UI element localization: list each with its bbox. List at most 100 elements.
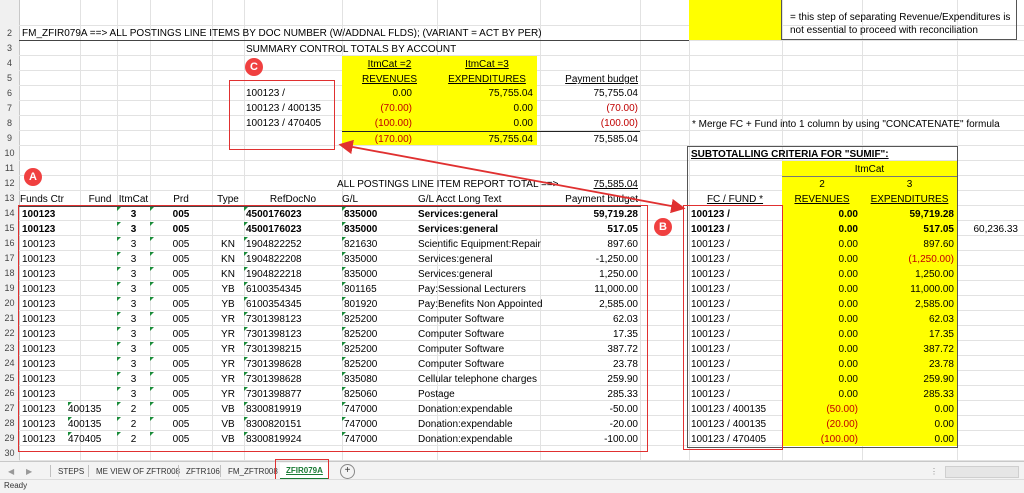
title-underline (19, 40, 689, 41)
callout-marker-b: B (654, 218, 672, 236)
subtotal-revenue: 0.00 (838, 254, 858, 265)
row-number[interactable]: 26 (0, 386, 19, 401)
subtotal-expenditure: 387.72 (923, 344, 954, 355)
status-bar: Ready (0, 479, 1024, 493)
subtotal-revenue: 0.00 (838, 314, 858, 325)
subtotal-hdr-revenues: REVENUES (794, 194, 850, 205)
summary-heading: SUMMARY CONTROL TOTALS BY ACCOUNT (246, 44, 457, 55)
row-number[interactable]: 30 (0, 446, 19, 461)
subtotal-hdr-2: 2 (819, 179, 825, 190)
tab-scroll-right-icon[interactable]: ▶ (26, 465, 32, 478)
row-number-gutter: 2 3 4 5 6 7 8 9 10 11 12 13 14 15 16 17 18 19 20 21 22 23 24 25… (0, 0, 20, 461)
summary-payment: (100.00) (600, 118, 638, 129)
row-number[interactable]: 3 (0, 41, 19, 56)
summary-payment: (70.00) (606, 103, 638, 114)
tab-overflow-icon[interactable]: ⋮ (930, 465, 938, 478)
summary-expenditure: 75,755.04 (488, 88, 534, 99)
row-number[interactable]: 13 (0, 191, 19, 206)
row-number[interactable]: 20 (0, 296, 19, 311)
subtotal-revenue: 0.00 (838, 359, 858, 370)
subtotal-revenue: 0.00 (838, 344, 858, 355)
subtotal-revenue: 0.00 (838, 224, 858, 235)
subtotal-expenditure: 517.05 (923, 224, 954, 235)
subtotal-expenditure: 1,250.00 (915, 269, 954, 280)
subtotal-revenue: 0.00 (838, 329, 858, 340)
summary-revenue: 0.00 (392, 88, 412, 99)
merge-note: * Merge FC + Fund into 1 column by using… (692, 119, 1000, 130)
row-number[interactable]: 15 (0, 221, 19, 236)
subtotal-expenditure: 23.78 (928, 359, 954, 370)
row-number[interactable]: 27 (0, 401, 19, 416)
row-number[interactable]: 12 (0, 176, 19, 191)
row-number[interactable]: 8 (0, 116, 19, 131)
subtotal-expenditure: 0.00 (934, 404, 954, 415)
callout-marker-a: A (24, 168, 42, 186)
row-number[interactable]: 14 (0, 206, 19, 221)
subtotal-revenue: 0.00 (838, 239, 858, 250)
row-number[interactable]: 18 (0, 266, 19, 281)
summary-hdr-itmcat2: ItmCat =2 (367, 59, 412, 70)
legend-note-line2: not essential to proceed with reconcilia… (790, 25, 978, 36)
tab-fm-zftr008[interactable]: FM_ZFTR008 (228, 465, 278, 478)
row-number[interactable]: 17 (0, 251, 19, 266)
legend-swatch (689, 0, 781, 40)
callout-box-c (229, 80, 335, 150)
subtotal-revenue: 0.00 (838, 209, 858, 220)
summary-hdr-expenditures: EXPENDITURES (448, 74, 526, 85)
row-number[interactable]: 10 (0, 146, 19, 161)
status-text: Ready (4, 481, 28, 490)
horizontal-scrollbar[interactable] (945, 466, 1019, 478)
callout-box-a (18, 205, 648, 452)
row-number[interactable]: 5 (0, 71, 19, 86)
summary-expenditure: 0.00 (513, 118, 533, 129)
summary-payment: 75,755.04 (593, 88, 639, 99)
row-number[interactable]: 6 (0, 86, 19, 101)
subtotal-expenditure: 2,585.00 (915, 299, 954, 310)
subtotal-expenditure: 285.33 (923, 389, 954, 400)
sheet-tab-bar: ◀ ▶ STEPS ME VIEW OF ZFTR008 ZFTR106 FM_… (0, 459, 1024, 482)
subtotal-expenditure: 0.00 (934, 434, 954, 445)
row-number[interactable]: 7 (0, 101, 19, 116)
subtotal-revenue: 0.00 (838, 299, 858, 310)
tab-steps[interactable]: STEPS (58, 465, 84, 478)
row-number[interactable]: 24 (0, 356, 19, 371)
tab-zftr106[interactable]: ZFTR106 (186, 465, 220, 478)
subtotal-expenditure: 11,000.00 (910, 284, 954, 295)
row-number[interactable]: 16 (0, 236, 19, 251)
subtotal-expenditure: 897.60 (923, 239, 954, 250)
subtotal-heading: SUBTOTALLING CRITERIA FOR "SUMIF": (691, 149, 889, 160)
tab-scroll-left-icon[interactable]: ◀ (8, 465, 14, 478)
row-number[interactable]: 25 (0, 371, 19, 386)
row-number[interactable]: 11 (0, 161, 19, 176)
row-number[interactable]: 28 (0, 416, 19, 431)
subtotal-revenue: 0.00 (838, 374, 858, 385)
subtotal-revenue: (50.00) (826, 404, 858, 415)
row-number[interactable]: 21 (0, 311, 19, 326)
subtotal-revenue: 0.00 (838, 284, 858, 295)
row-number[interactable]: 22 (0, 326, 19, 341)
sheet-title: FM_ZFIR079A ==> ALL POSTINGS LINE ITEMS … (22, 28, 542, 39)
row-number[interactable]: 19 (0, 281, 19, 296)
subtotal-hdr-3: 3 (906, 179, 913, 190)
subtotal-expenditure: 259.90 (923, 374, 954, 385)
summary-revenue: (70.00) (380, 103, 412, 114)
side-total: 60,236.33 (973, 224, 1019, 235)
row-number[interactable]: 2 (0, 26, 19, 41)
subtotal-hdr-itmcat: ItmCat (854, 164, 885, 175)
subtotal-expenditure: 62.03 (928, 314, 954, 325)
subtotal-revenue: (100.00) (820, 434, 858, 445)
callout-box-b (683, 205, 783, 450)
add-sheet-button[interactable]: + (340, 464, 355, 479)
subtotal-revenue: 0.00 (838, 389, 858, 400)
subtotal-expenditure: 17.35 (928, 329, 954, 340)
summary-hdr-payment: Payment budget (565, 74, 638, 85)
row-number[interactable]: 4 (0, 56, 19, 71)
row-number[interactable]: 23 (0, 341, 19, 356)
summary-expenditure: 0.00 (513, 103, 533, 114)
row-number[interactable]: 9 (0, 131, 19, 146)
tab-me-view-of-zftr008[interactable]: ME VIEW OF ZFTR008 (96, 465, 180, 478)
subtotal-revenue: 0.00 (838, 269, 858, 280)
summary-hdr-revenues: REVENUES (361, 74, 417, 85)
subtotal-expenditure: 0.00 (934, 419, 954, 430)
row-number[interactable]: 29 (0, 431, 19, 446)
